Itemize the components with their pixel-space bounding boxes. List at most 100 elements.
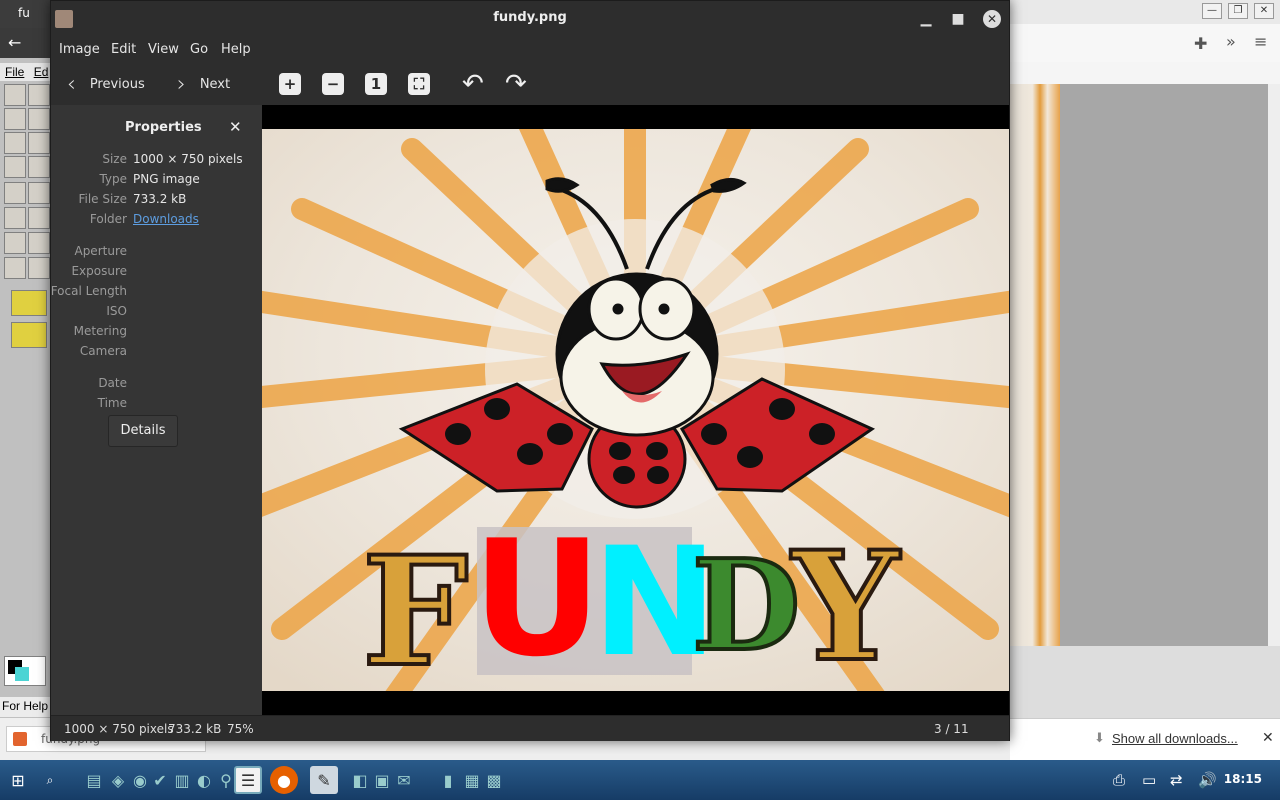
- brush-tool-icon[interactable]: [28, 156, 50, 178]
- browser-titlebar: — ❐ ✕: [1010, 0, 1280, 24]
- line-tool-icon[interactable]: [4, 207, 26, 229]
- color-palette[interactable]: [4, 656, 46, 686]
- chevron-left-icon: ‹: [67, 71, 76, 97]
- letter-y: Y: [790, 519, 901, 691]
- overflow-chevron-icon[interactable]: »: [1226, 32, 1236, 51]
- next-label: Next: [199, 76, 231, 92]
- property-row: Type PNG image: [51, 172, 262, 192]
- display-icon[interactable]: ▭: [1142, 771, 1156, 789]
- browser-grey-area: [1060, 84, 1280, 646]
- previous-button[interactable]: ‹ Previous: [67, 69, 145, 99]
- taskbar-clock[interactable]: 18:15: [1224, 772, 1262, 786]
- taskbar-app-icon[interactable]: ✉: [390, 766, 418, 794]
- menu-edit[interactable]: Edit: [111, 42, 136, 57]
- download-icon: ⬇: [1094, 731, 1105, 746]
- rect-select-tool-icon[interactable]: [28, 84, 50, 106]
- status-position: 3 / 11: [934, 722, 969, 736]
- property-row: ISO: [51, 304, 262, 324]
- previous-label: Previous: [89, 76, 145, 92]
- close-icon[interactable]: ✕: [983, 10, 1001, 28]
- menu-view[interactable]: View: [148, 42, 179, 57]
- property-row: Folder Downloads: [51, 212, 262, 232]
- minimize-icon[interactable]: ▁: [917, 10, 935, 28]
- close-download-bar-icon[interactable]: ✕: [1262, 730, 1274, 746]
- menu-go[interactable]: Go: [190, 42, 208, 57]
- volume-icon[interactable]: 🔊: [1198, 771, 1217, 789]
- menu-image[interactable]: Image: [59, 42, 100, 57]
- show-all-downloads-link[interactable]: Show all downloads...: [1112, 731, 1238, 746]
- menu-help[interactable]: Help: [221, 42, 251, 57]
- property-label: Camera: [79, 344, 127, 358]
- fill-tool-icon[interactable]: [28, 108, 50, 130]
- notepad-icon[interactable]: ☰: [234, 766, 262, 794]
- letter-d: D: [692, 533, 800, 679]
- extensions-icon[interactable]: ✚: [1194, 34, 1207, 53]
- maximize-icon[interactable]: ■: [949, 10, 967, 28]
- property-label: ISO: [106, 304, 127, 318]
- property-label: Metering: [73, 324, 127, 338]
- start-icon[interactable]: ⊞: [4, 766, 32, 794]
- browser-scrollbar[interactable]: [1268, 84, 1280, 646]
- letter-f: F: [362, 524, 469, 691]
- search-icon[interactable]: ⌕: [36, 766, 64, 794]
- pencil-tool-icon[interactable]: [4, 156, 26, 178]
- picker-tool-icon[interactable]: [4, 132, 26, 154]
- rounded-rect-tool-icon[interactable]: [28, 257, 50, 279]
- close-icon[interactable]: ✕: [1254, 3, 1274, 19]
- firefox-icon[interactable]: ●: [270, 766, 298, 794]
- property-label: Folder: [89, 212, 127, 226]
- eraser-tool-icon[interactable]: [4, 108, 26, 130]
- browser-toolbar: ✚ » ≡: [1010, 24, 1280, 62]
- properties-heading: Properties: [125, 120, 202, 135]
- property-row: File Size 733.2 kB: [51, 192, 262, 212]
- browser-image-edge: [1010, 84, 1060, 646]
- property-label: Aperture: [74, 244, 127, 258]
- browser-window: — ❐ ✕ ✚ » ≡ ⬇ Show all downloads... ✕: [1010, 0, 1280, 760]
- taskbar-app-icon[interactable]: ▩: [480, 766, 508, 794]
- text-tool-icon[interactable]: [28, 182, 50, 204]
- actual-size-icon[interactable]: 1: [365, 73, 387, 95]
- rotate-left-icon[interactable]: ↶: [462, 69, 484, 99]
- ellipse-tool-icon[interactable]: [4, 257, 26, 279]
- details-button[interactable]: Details: [108, 415, 178, 447]
- paint-menu-edit[interactable]: Ed: [34, 65, 49, 79]
- restore-icon[interactable]: ❐: [1228, 3, 1248, 19]
- property-row: Camera: [51, 344, 262, 364]
- property-value: PNG image: [133, 172, 200, 186]
- status-zoom: 75%: [227, 722, 254, 736]
- menu-icon[interactable]: ≡: [1254, 32, 1267, 51]
- airbrush-tool-icon[interactable]: [4, 182, 26, 204]
- property-label: File Size: [78, 192, 127, 206]
- back-icon[interactable]: ←: [8, 33, 21, 52]
- polygon-tool-icon[interactable]: [28, 232, 50, 254]
- print-icon[interactable]: ⎙: [1113, 771, 1125, 789]
- property-label: Type: [99, 172, 127, 186]
- paint-taskbar-icon[interactable]: ✎: [310, 766, 338, 794]
- property-value: 733.2 kB: [133, 192, 187, 206]
- best-fit-icon[interactable]: ⛶: [408, 73, 430, 95]
- fundy-letters: F U N D Y: [360, 505, 903, 691]
- next-button[interactable]: › Next: [177, 69, 230, 99]
- property-value: 1000 × 750 pixels: [133, 152, 243, 166]
- property-row: Exposure: [51, 264, 262, 284]
- property-row: Size 1000 × 750 pixels: [51, 152, 262, 172]
- paint-menu-file[interactable]: File: [5, 65, 24, 79]
- property-row: Aperture: [51, 244, 262, 264]
- close-properties-icon[interactable]: ✕: [229, 118, 242, 136]
- curve-tool-icon[interactable]: [28, 207, 50, 229]
- folder-link[interactable]: Downloads: [133, 212, 199, 226]
- minimize-icon[interactable]: —: [1202, 3, 1222, 19]
- rotate-right-icon[interactable]: ↷: [505, 69, 527, 99]
- opaque-option-icon[interactable]: [11, 322, 47, 348]
- magnifier-tool-icon[interactable]: [28, 132, 50, 154]
- viewer-toolbar: ‹ Previous › Next + − 1 ⛶ ↶ ↷: [51, 63, 1009, 105]
- transparency-option-icon[interactable]: [11, 290, 47, 316]
- image-canvas[interactable]: F U N D Y: [262, 105, 1009, 715]
- free-select-tool-icon[interactable]: [4, 84, 26, 106]
- zoom-in-icon[interactable]: +: [279, 73, 301, 95]
- rectangle-tool-icon[interactable]: [4, 232, 26, 254]
- zoom-out-icon[interactable]: −: [322, 73, 344, 95]
- network-icon[interactable]: ⇄: [1170, 771, 1183, 789]
- background-color: [15, 667, 29, 681]
- viewer-titlebar[interactable]: fundy.png ▁ ■ ✕: [51, 1, 1009, 37]
